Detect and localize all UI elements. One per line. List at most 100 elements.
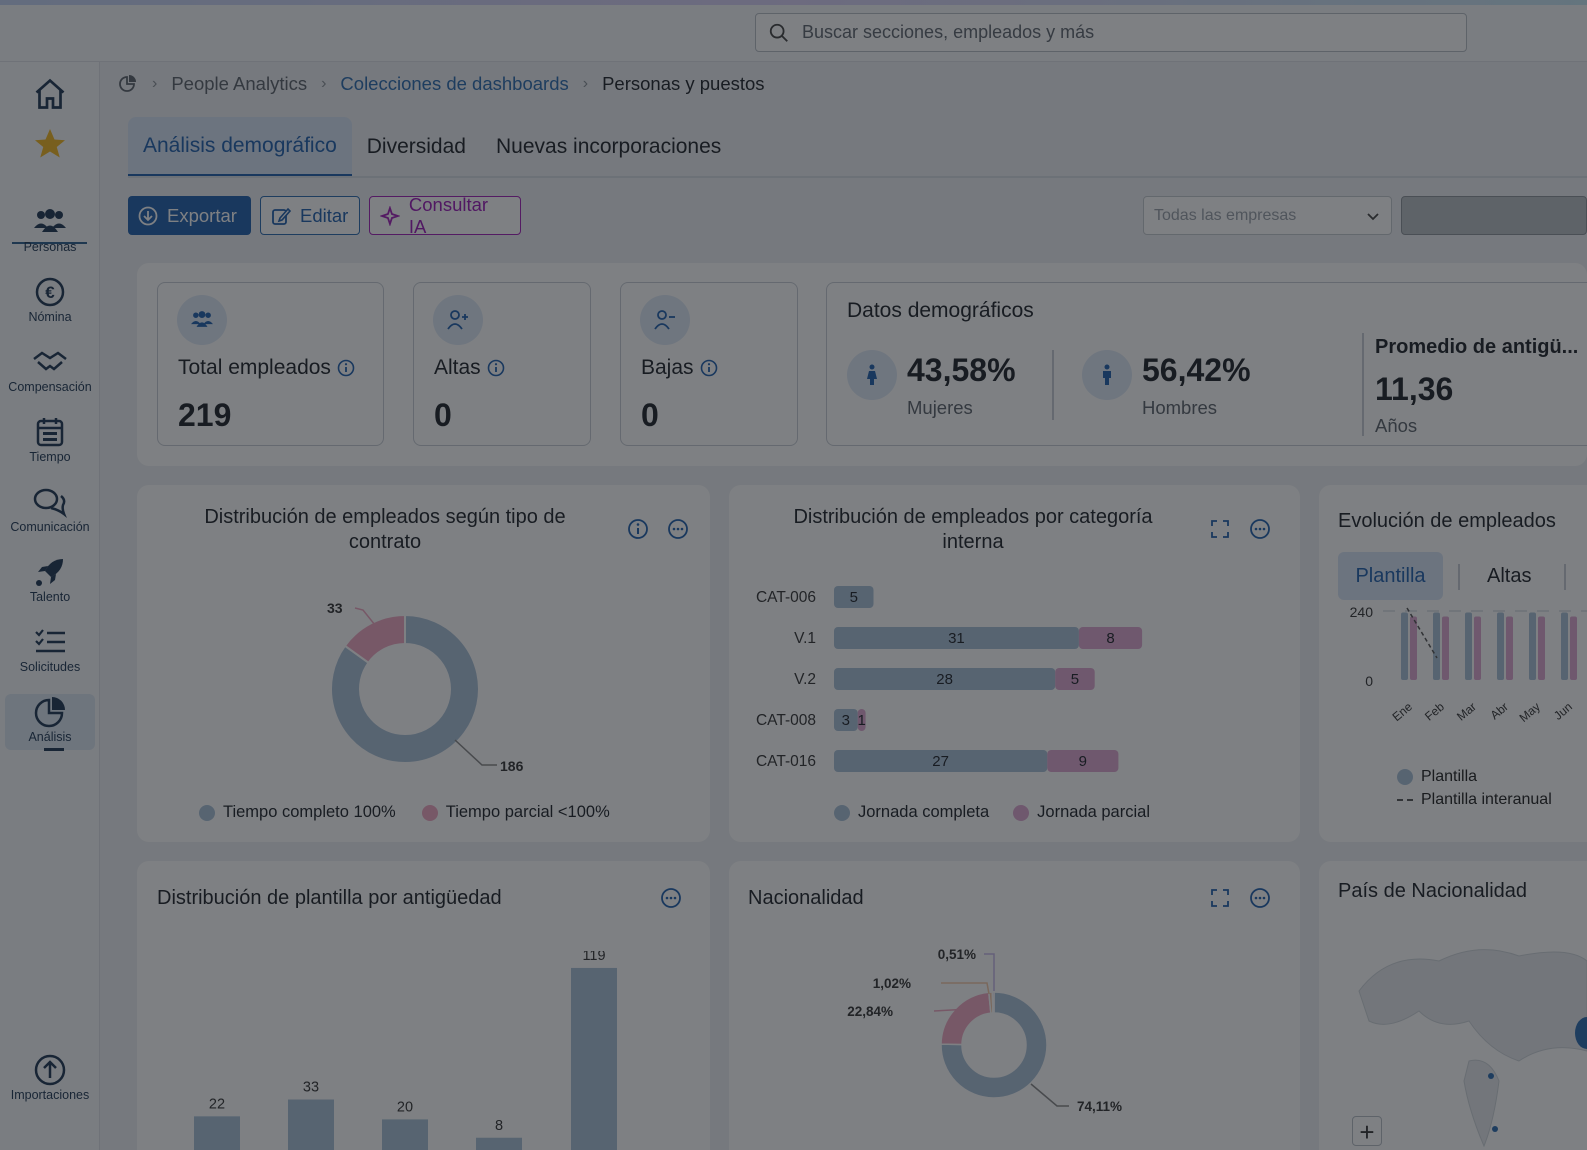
zoom-in-button[interactable]: + bbox=[1352, 1116, 1382, 1147]
card-title: Distribución de plantilla por antigüedad bbox=[157, 887, 502, 909]
bar-value-label: 33 bbox=[303, 1080, 319, 1096]
legend-label: Plantilla interanual bbox=[1421, 791, 1552, 808]
sidebar-item-label: Compensación bbox=[8, 380, 92, 394]
tab-plantilla[interactable]: Plantilla bbox=[1338, 552, 1443, 600]
world-map[interactable] bbox=[1349, 931, 1587, 1150]
sidebar-item-importaciones[interactable]: Importaciones bbox=[0, 1052, 100, 1102]
sidebar-item-tiempo[interactable]: Tiempo bbox=[0, 414, 100, 464]
top-bar: Buscar secciones, empleados y más bbox=[0, 5, 1587, 62]
expand-icon[interactable] bbox=[1209, 887, 1231, 909]
expand-icon[interactable] bbox=[1209, 518, 1231, 540]
category-label: V.2 bbox=[794, 671, 816, 688]
demographics-title: Datos demográficos bbox=[847, 299, 1034, 322]
seniority-bar-chart: 22 33 20 8 119 bbox=[194, 951, 617, 1150]
sidebar-item-compensacion[interactable]: Compensación bbox=[0, 344, 100, 394]
legend-label: Tiempo completo 100% bbox=[223, 803, 396, 821]
search-input[interactable]: Buscar secciones, empleados y más bbox=[755, 13, 1467, 52]
info-icon[interactable] bbox=[627, 518, 649, 540]
kpi-label: Total empleados bbox=[178, 356, 331, 379]
card-actions bbox=[1209, 887, 1271, 909]
kpi-value: 219 bbox=[178, 397, 232, 433]
bar-value-label: 8 bbox=[495, 1118, 503, 1134]
bar-value-label: 9 bbox=[1079, 753, 1087, 770]
category-bar-chart: CAT-006 5 V.1 31 8 V.2 28 5 CAT-008 3 1 CAT-016 27 9 bbox=[756, 586, 1143, 772]
company-select[interactable]: Todas las empresas bbox=[1143, 196, 1392, 235]
tab-diversidad[interactable]: Diversidad bbox=[352, 117, 481, 177]
sidebar-item-label: Personas bbox=[23, 240, 77, 254]
sidebar-item-analisis[interactable]: Análisis bbox=[5, 694, 95, 751]
edit-button[interactable]: Editar bbox=[260, 196, 360, 235]
legend-label: Jornada parcial bbox=[1037, 803, 1150, 821]
search-placeholder: Buscar secciones, empleados y más bbox=[802, 22, 1095, 42]
edit-icon bbox=[272, 207, 291, 225]
home-button[interactable] bbox=[0, 76, 100, 112]
bar-plantilla bbox=[1401, 612, 1408, 680]
sidebar-item-label: Comunicación bbox=[10, 520, 90, 534]
date-filter[interactable] bbox=[1401, 196, 1587, 235]
sidebar-item-personas[interactable]: Personas bbox=[0, 204, 100, 254]
calendar-icon bbox=[35, 414, 65, 450]
more-options-icon[interactable] bbox=[660, 887, 682, 909]
breadcrumb-item[interactable]: People Analytics bbox=[171, 73, 307, 95]
info-icon[interactable] bbox=[337, 359, 355, 377]
sidebar-item-solicitudes[interactable]: Solicitudes bbox=[0, 624, 100, 674]
bar-value-label: 27 bbox=[932, 753, 949, 770]
kpi-label-wrap: Altas bbox=[434, 356, 505, 380]
home-icon bbox=[32, 76, 68, 112]
tab-altas[interactable]: Altas bbox=[1487, 565, 1531, 588]
tab-nuevas-incorporaciones[interactable]: Nuevas incorporaciones bbox=[481, 117, 736, 177]
map-marker[interactable] bbox=[1488, 1073, 1494, 1079]
sparkle-icon bbox=[380, 205, 400, 226]
label-leader-line bbox=[1030, 1083, 1069, 1107]
map-marker[interactable] bbox=[1492, 1126, 1498, 1132]
card-actions bbox=[1209, 518, 1271, 540]
donut-slice bbox=[940, 991, 992, 1046]
tab-underline bbox=[128, 176, 1587, 178]
data-label: 33 bbox=[327, 600, 343, 616]
info-icon[interactable] bbox=[487, 359, 505, 377]
breadcrumb: › People Analytics › Colecciones de dash… bbox=[118, 72, 765, 96]
bar-value-label: 8 bbox=[1106, 630, 1114, 647]
x-tick-label: Jun bbox=[1551, 700, 1575, 723]
favorites-button[interactable] bbox=[0, 126, 100, 162]
ask-ai-button[interactable]: Consultar IA bbox=[369, 194, 521, 237]
bar-plantilla bbox=[1433, 612, 1440, 680]
star-icon bbox=[32, 126, 68, 162]
sidebar-item-label: Tiempo bbox=[29, 450, 71, 464]
more-options-icon[interactable] bbox=[1249, 887, 1271, 909]
contract-type-card: Distribución de empleados según tipo de … bbox=[137, 485, 710, 842]
donut-slice bbox=[991, 991, 995, 1014]
chat-icon bbox=[31, 484, 69, 520]
company-select-value: Todas las empresas bbox=[1154, 206, 1297, 224]
bar-value-label: 22 bbox=[209, 1096, 225, 1112]
kpi-value: 0 bbox=[641, 397, 659, 433]
label-leader-line bbox=[454, 739, 497, 766]
legend-swatch bbox=[834, 804, 850, 821]
sidebar-item-comunicacion[interactable]: Comunicación bbox=[0, 484, 100, 534]
more-options-icon[interactable] bbox=[667, 518, 689, 540]
user-minus-icon bbox=[640, 295, 690, 345]
sidebar-item-talento[interactable]: Talento bbox=[0, 554, 100, 604]
info-icon[interactable] bbox=[700, 359, 718, 377]
data-label: 0,51% bbox=[938, 947, 976, 962]
tab-analisis-demografico[interactable]: Análisis demográfico bbox=[128, 117, 352, 177]
legend-item: Plantilla bbox=[1397, 768, 1477, 786]
bar-value-label: 5 bbox=[1071, 671, 1079, 688]
divider bbox=[1052, 350, 1054, 420]
seniority-bar bbox=[288, 1099, 334, 1150]
breadcrumb-item[interactable]: Colecciones de dashboards bbox=[340, 73, 568, 95]
more-options-icon[interactable] bbox=[1249, 518, 1271, 540]
download-icon bbox=[138, 206, 158, 225]
category-label: CAT-008 bbox=[756, 712, 816, 729]
evolution-bar-chart: 240 0 Ene Feb Mar Abr May Jun bbox=[1350, 604, 1587, 725]
card-title: Distribución de empleados por categoría … bbox=[793, 506, 1153, 553]
seniority-bar bbox=[571, 967, 617, 1150]
sidebar-item-nomina[interactable]: € Nómina bbox=[0, 274, 100, 324]
export-button[interactable]: Exportar bbox=[128, 196, 251, 235]
contract-type-donut: 33 186 bbox=[327, 600, 524, 774]
analytics-home-icon[interactable] bbox=[118, 74, 138, 94]
edit-label: Editar bbox=[300, 204, 349, 226]
nationality-card: Nacionalidad 0,51% 1,02% 22,84% 74,11% bbox=[729, 861, 1300, 1150]
seniority-bar bbox=[194, 1116, 240, 1150]
male-icon bbox=[1082, 350, 1132, 400]
